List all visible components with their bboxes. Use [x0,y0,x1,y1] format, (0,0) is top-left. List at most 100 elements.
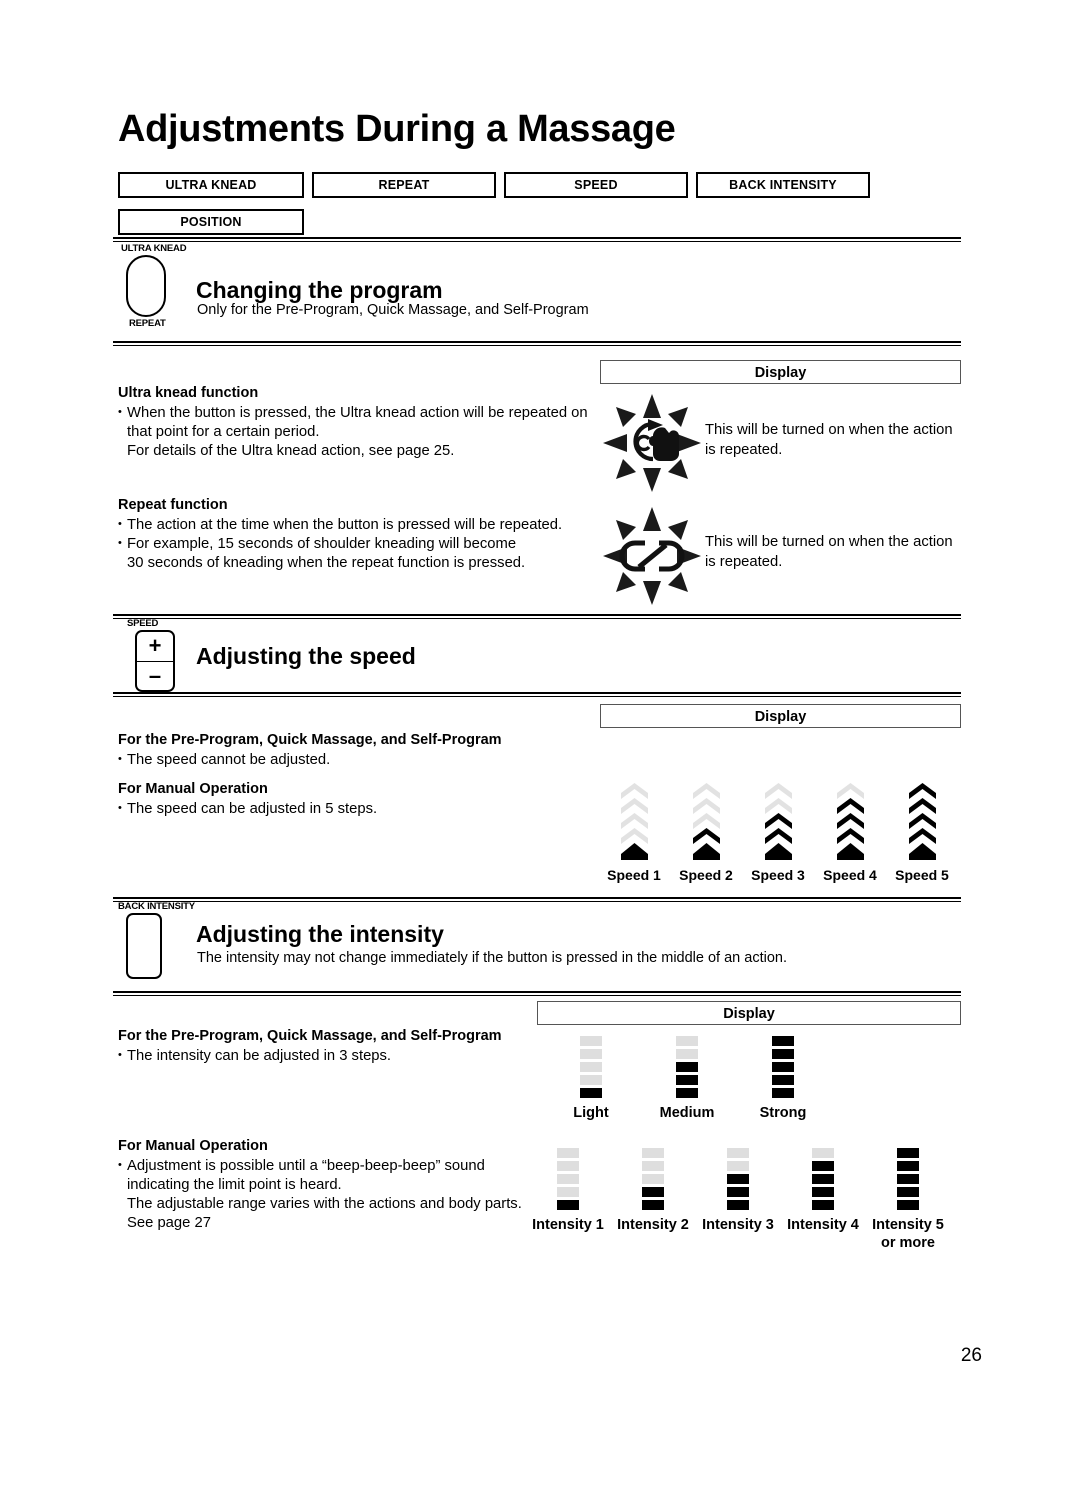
note-repeat-line-2: is repeated. [705,554,783,570]
bullet-item: The intensity can be adjusted in 3 steps… [118,1046,558,1066]
speed-plus-icon[interactable]: + [137,632,173,662]
section-heading-adjusting-the-speed: Adjusting the speed [196,643,416,669]
intensity-bar-segment [897,1187,919,1197]
chevron-icon [620,828,648,844]
remote-button-back-intensity[interactable]: BACK INTENSITY [118,901,195,979]
intensity-bar-stack [557,1148,579,1210]
topic-tag-ultra-knead[interactable]: ULTRA KNEAD [118,172,304,198]
button-label-speed: SPEED [127,618,159,629]
chevron-icon [764,798,792,814]
intensity-bar-segment [897,1200,919,1210]
intensity-bar-segment [897,1148,919,1158]
intensity-bar-stack [580,1036,602,1098]
page-number: 26 [960,1345,982,1366]
speed-level-column: Speed 3 [742,782,814,883]
remote-button-ultra-knead-repeat[interactable]: ULTRA KNEAD REPEAT [121,243,187,329]
bullet-continuation: See page 27 [127,1215,211,1231]
remote-button-speed[interactable]: SPEED + – [127,618,175,692]
topic-tag-back-intensity[interactable]: BACK INTENSITY [696,172,870,198]
chevron-icon [764,828,792,844]
button-label-ultra-knead: ULTRA KNEAD [121,243,187,254]
pill-button-shape[interactable] [126,255,166,317]
button-label-repeat: REPEAT [129,318,166,329]
speed-level-caption: Speed 4 [823,867,877,883]
chevron-icon [620,798,648,814]
chevron-icon [764,843,792,860]
bullet-item: For example, 15 seconds of shoulder knea… [118,534,598,554]
chevron-icon [908,843,936,860]
bullet-item: When the button is pressed, the Ultra kn… [118,403,598,423]
intensity-bar-segment [580,1075,602,1085]
speed-level-caption: Speed 3 [751,867,805,883]
bullet-item: The speed can be adjusted in 5 steps. [118,799,598,819]
speed-level-caption: Speed 2 [679,867,733,883]
speed-level-column: Speed 5 [886,782,958,883]
intensity-bar-segment [727,1148,749,1158]
topic-tag-row-1: ULTRA KNEAD REPEAT SPEED BACK INTENSITY [118,172,870,198]
intensity-level-caption: Strong [759,1105,807,1121]
intensity-bar-stack [642,1148,664,1210]
intensity-bar-segment [580,1062,602,1072]
speed-level-caption: Speed 1 [607,867,661,883]
topic-tag-position[interactable]: POSITION [118,209,304,235]
intensity-bar-segment [557,1174,579,1184]
bullet-continuation: that point for a certain period. [127,424,320,440]
intensity-level-column: Medium [658,1036,716,1122]
text-block-ultra-knead-function: Ultra knead function When the button is … [118,385,598,461]
intensity-bar-segment [897,1174,919,1184]
section-divider-3 [113,614,961,619]
chevron-icon [836,798,864,814]
chevron-icon [908,828,936,844]
topic-tag-speed[interactable]: SPEED [504,172,688,198]
intensity-bar-segment [772,1062,794,1072]
intensity-bar-segment [580,1049,602,1059]
chevron-icon [620,783,648,799]
intensity-bar-segment [812,1148,834,1158]
intensity-bar-segment [812,1187,834,1197]
display-header-box-1: Display [600,360,961,384]
intensity-bar-segment [676,1036,698,1046]
intensity-bar-stack [772,1036,794,1098]
intensity-bar-segment [727,1174,749,1184]
ultra-knead-radiating-icon [601,392,703,499]
plain-button-shape[interactable] [126,913,162,979]
intensity-level-column: Intensity 1 [532,1148,604,1252]
text-block-intensity-preprogram: For the Pre-Program, Quick Massage, and … [118,1028,558,1066]
chevron-icon [836,828,864,844]
display-header-box-2: Display [600,704,961,728]
intensity-level-caption: Intensity 2 [617,1217,689,1233]
speed-level-indicator-group: Speed 1 Speed 2 Speed 3 Speed 4 Speed 5 [598,782,958,883]
chevron-icon [908,783,936,799]
intensity-bar-segment [642,1148,664,1158]
intensity-bar-segment [727,1200,749,1210]
section-divider-5 [113,897,961,902]
intensity-level-column: Strong [754,1036,812,1122]
text-block-intensity-manual: For Manual Operation Adjustment is possi… [118,1138,558,1233]
plus-minus-button-shape[interactable]: + – [135,630,175,692]
repeat-loop-radiating-icon [601,505,703,612]
text-block-speed-manual: For Manual Operation The speed can be ad… [118,781,598,819]
intensity-bar-segment [557,1161,579,1171]
bullet-continuation: For details of the Ultra knead action, s… [127,443,455,459]
bullet-continuation: The adjustable range varies with the act… [127,1196,522,1212]
topic-tag-row-2: POSITION [118,209,304,235]
chevron-stack [764,782,792,860]
intensity-bar-segment [772,1036,794,1046]
speed-level-column: Speed 1 [598,782,670,883]
intensity-bar-segment [676,1049,698,1059]
speed-minus-icon[interactable]: – [137,662,173,691]
intensity-level-caption: Intensity 3 [702,1217,774,1233]
intensity-level-column: Intensity 5 or more [872,1148,944,1252]
intensity-bar-segment [772,1075,794,1085]
section-subheading-changing-the-program: Only for the Pre-Program, Quick Massage,… [197,302,589,318]
intensity-bar-segment [897,1161,919,1171]
topic-tag-repeat[interactable]: REPEAT [312,172,496,198]
intensity-bar-segment [772,1088,794,1098]
intensity-bar-stack [897,1148,919,1210]
intensity-level-caption: Intensity 4 [787,1217,859,1233]
intensity-level-caption: Intensity 5 or more [872,1217,944,1251]
intensity-bar-segment [642,1200,664,1210]
chevron-icon [836,843,864,860]
intensity-level-column: Light [562,1036,620,1122]
intensity-bar-segment [727,1187,749,1197]
